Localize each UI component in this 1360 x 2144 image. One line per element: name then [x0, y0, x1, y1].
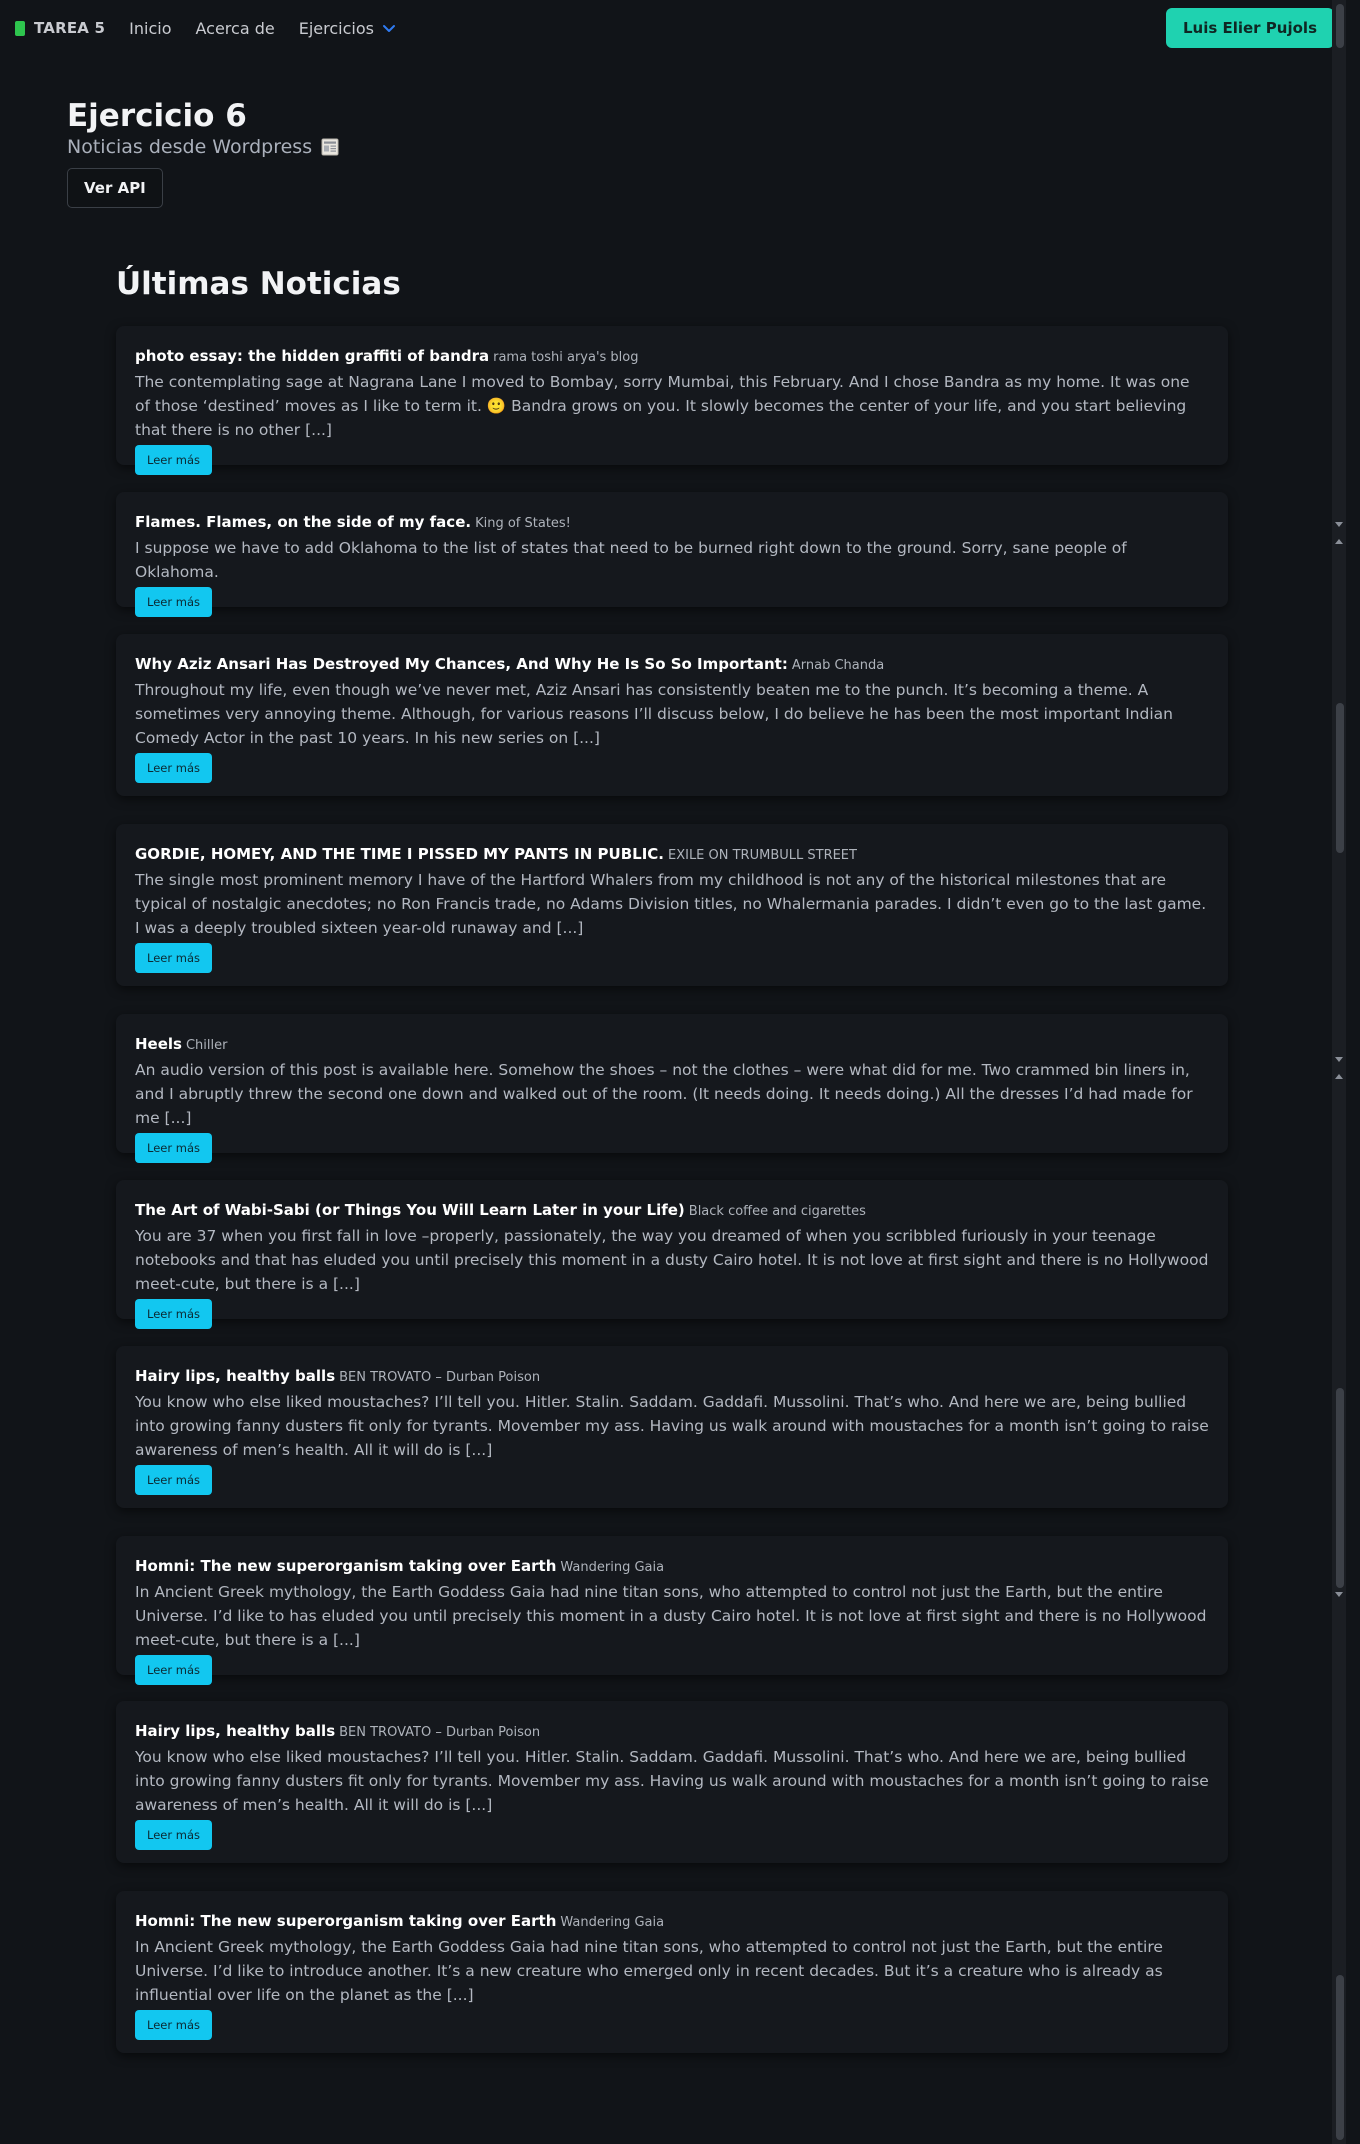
brand-label: TAREA 5 — [34, 19, 106, 37]
news-card-header: photo essay: the hidden graffiti of band… — [135, 346, 1209, 368]
read-more-button[interactable]: Leer más — [135, 587, 212, 617]
news-card: Hairy lips, healthy balls BEN TROVATO – D… — [116, 1346, 1228, 1508]
news-source: BEN TROVATO – Durban Poison — [339, 1725, 541, 1740]
nav-link-acerca-de[interactable]: Acerca de — [196, 19, 275, 38]
news-excerpt: I suppose we have to add Oklahoma to the… — [135, 539, 1127, 581]
read-more-button[interactable]: Leer más — [135, 1820, 212, 1850]
scroll-down-icon[interactable] — [1335, 522, 1343, 527]
news-card-header: Hairy lips, healthy balls BEN TROVATO – D… — [135, 1721, 1209, 1743]
read-more-button[interactable]: Leer más — [135, 445, 212, 475]
scroll-up-icon[interactable] — [1335, 539, 1343, 544]
read-more-button[interactable]: Leer más — [135, 943, 212, 973]
dropdown-label: Ejercicios — [298, 18, 374, 38]
news-card-header: Homni: The new superorganism taking over… — [135, 1911, 1209, 1933]
read-more-button[interactable]: Leer más — [135, 1299, 212, 1329]
scroll-up-icon[interactable] — [1335, 1074, 1343, 1079]
news-card-header: Homni: The new superorganism taking over… — [135, 1556, 1209, 1578]
news-title: photo essay: the hidden graffiti of band… — [135, 347, 490, 365]
news-title: Why Aziz Ansari Has Destroyed My Chances… — [135, 655, 788, 673]
news-source: Wandering Gaia — [560, 1915, 665, 1930]
news-title: Flames. Flames, on the side of my face. — [135, 513, 472, 531]
scrollbar-thumb[interactable] — [1336, 1975, 1344, 2140]
news-source: Wandering Gaia — [560, 1560, 665, 1575]
book-icon — [15, 20, 25, 36]
news-card-header: Heels Chiller — [135, 1034, 1209, 1056]
news-title: GORDIE, HOMEY, AND THE TIME I PISSED MY … — [135, 845, 664, 863]
news-excerpt: An audio version of this post is availab… — [135, 1061, 1193, 1127]
news-card: The Art of Wabi-Sabi (or Things You Will… — [116, 1180, 1228, 1329]
chevron-down-icon — [382, 25, 395, 32]
news-card: Homni: The new superorganism taking over… — [116, 1536, 1228, 1685]
news-title: The Art of Wabi-Sabi (or Things You Will… — [135, 1201, 685, 1219]
scroll-down-icon[interactable] — [1335, 1592, 1343, 1597]
news-excerpt: The single most prominent memory I have … — [135, 871, 1207, 937]
scrollbar-thumb[interactable] — [1336, 1388, 1344, 1588]
news-card: GORDIE, HOMEY, AND THE TIME I PISSED MY … — [116, 824, 1228, 986]
news-card: Hairy lips, healthy balls BEN TROVATO – D… — [116, 1701, 1228, 1863]
scrollbar-thumb[interactable] — [1336, 4, 1344, 48]
news-card-header: Why Aziz Ansari Has Destroyed My Chances… — [135, 654, 1209, 676]
news-source: King of States! — [475, 516, 571, 531]
news-card: Flames. Flames, on the side of my face. K… — [116, 492, 1228, 617]
news-card-header: The Art of Wabi-Sabi (or Things You Will… — [135, 1200, 1209, 1222]
page-subtitle: Noticias desde Wordpress — [67, 136, 339, 158]
scrollbar-thumb[interactable] — [1336, 703, 1344, 853]
news-source: EXILE ON TRUMBULL STREET — [667, 848, 857, 863]
read-more-button[interactable]: Leer más — [135, 753, 212, 783]
news-title: Hairy lips, healthy balls — [135, 1367, 336, 1385]
scroll-down-icon[interactable] — [1335, 1057, 1343, 1062]
news-excerpt: The contemplating sage at Nagrana Lane I… — [135, 373, 1190, 439]
news-source: Chiller — [185, 1038, 228, 1053]
news-card-header: GORDIE, HOMEY, AND THE TIME I PISSED MY … — [135, 844, 1209, 866]
read-more-button[interactable]: Leer más — [135, 2010, 212, 2040]
read-more-button[interactable]: Leer más — [135, 1655, 212, 1685]
read-more-button[interactable]: Leer más — [135, 1465, 212, 1495]
news-card: Homni: The new superorganism taking over… — [116, 1891, 1228, 2053]
news-card: Heels Chiller An audio version of this pos… — [116, 1014, 1228, 1163]
ver-api-button[interactable]: Ver API — [67, 168, 163, 208]
news-excerpt: Throughout my life, even though we’ve ne… — [135, 681, 1173, 747]
scrollbar[interactable] — [1332, 0, 1346, 2144]
news-source: Arnab Chanda — [791, 658, 885, 673]
user-button[interactable]: Luis Elier Pujols — [1165, 8, 1334, 48]
newspaper-icon — [321, 138, 339, 156]
page-header: Ejercicio 6 Noticias desde Wordpress Ver… — [67, 98, 339, 208]
nav-link-inicio[interactable]: Inicio — [129, 19, 171, 38]
news-title: Hairy lips, healthy balls — [135, 1722, 336, 1740]
news-source: Black coffee and cigarettes — [688, 1204, 866, 1219]
news-title: Homni: The new superorganism taking over… — [135, 1912, 557, 1930]
news-card: photo essay: the hidden graffiti of band… — [116, 326, 1228, 475]
news-card-header: Hairy lips, healthy balls BEN TROVATO – D… — [135, 1366, 1209, 1388]
brand[interactable]: TAREA 5 — [15, 19, 105, 37]
page: TAREA 5 Inicio Acerca de Ejercicios Luis… — [0, 0, 1346, 2144]
subtitle-text: Noticias desde Wordpress — [67, 136, 313, 158]
news-excerpt: In Ancient Greek mythology, the Earth Go… — [135, 1583, 1207, 1649]
news-title: Homni: The new superorganism taking over… — [135, 1557, 557, 1575]
news-card-header: Flames. Flames, on the side of my face. K… — [135, 512, 1209, 534]
news-excerpt: In Ancient Greek mythology, the Earth Go… — [135, 1938, 1163, 2004]
news-source: rama toshi arya's blog — [493, 350, 639, 365]
section-title: Últimas Noticias — [116, 266, 401, 302]
news-card: Why Aziz Ansari Has Destroyed My Chances… — [116, 634, 1228, 796]
news-excerpt: You are 37 when you first fall in love –… — [135, 1227, 1209, 1293]
page-title: Ejercicio 6 — [67, 98, 247, 134]
news-source: BEN TROVATO – Durban Poison — [339, 1370, 541, 1385]
news-excerpt: You know who else liked moustaches? I’ll… — [135, 1393, 1209, 1459]
news-title: Heels — [135, 1035, 182, 1053]
top-navbar: TAREA 5 Inicio Acerca de Ejercicios Luis… — [0, 0, 1346, 56]
news-excerpt: You know who else liked moustaches? I’ll… — [135, 1748, 1209, 1814]
read-more-button[interactable]: Leer más — [135, 1133, 212, 1163]
ejercicios-dropdown[interactable]: Ejercicios — [299, 19, 396, 38]
